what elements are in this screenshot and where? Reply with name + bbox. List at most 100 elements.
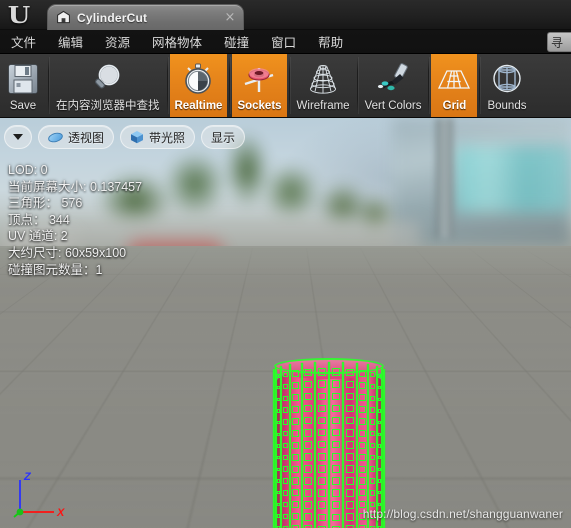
show-menu-label: 显示	[211, 130, 236, 145]
wireframe-uv-cell	[292, 465, 300, 473]
paint-brush-icon	[371, 59, 415, 99]
wireframe-uv-cell	[332, 440, 340, 449]
wireframe-uv-cell	[283, 383, 289, 390]
wireframe-vertical-line	[289, 364, 292, 528]
close-icon[interactable]: ×	[223, 11, 237, 25]
wireframe-uv-cell	[332, 501, 340, 509]
realtime-button[interactable]: Realtime	[169, 54, 228, 117]
static-mesh-icon	[56, 10, 71, 25]
wireframe-uv-cell	[283, 490, 289, 496]
toolbar-separator	[229, 57, 231, 114]
background-pillar	[436, 118, 453, 238]
wireframe-uv-cell	[332, 513, 340, 522]
wireframe-top-cap	[274, 358, 384, 374]
mesh-stats-overlay: LOD: 0 当前屏幕大小: 0.137457 三角形： 576 顶点： 344…	[8, 162, 142, 278]
stat-screen-size: 当前屏幕大小: 0.137457	[8, 179, 143, 194]
wireframe-uv-cell	[332, 489, 340, 497]
wireframe-uv-cell	[318, 404, 326, 413]
menu-item-mesh[interactable]: 网格物体	[141, 30, 213, 54]
wireframe-uv-cell	[332, 404, 340, 413]
axis-label-x: X	[56, 507, 65, 519]
wireframe-uv-cell	[292, 417, 300, 425]
title-bar: U CylinderCut ×	[0, 0, 571, 30]
wireframe-uv-cell	[369, 395, 375, 401]
wireframe-uv-cell	[377, 455, 382, 460]
save-button[interactable]: Save	[0, 54, 46, 117]
view-mode-button[interactable]: 透视图	[38, 125, 115, 149]
wireframe-uv-cell	[283, 407, 289, 413]
wireframe-uv-cell	[377, 444, 382, 448]
wireframe-vertical-line	[342, 362, 345, 528]
editor-tab-cylindercut[interactable]: CylinderCut ×	[47, 4, 244, 30]
wireframe-uv-cell	[377, 490, 382, 495]
wireframe-button[interactable]: Wireframe	[292, 54, 355, 117]
wireframe-uv-cell	[346, 404, 354, 413]
wireframe-uv-cell	[332, 380, 340, 388]
menu-item-edit[interactable]: 编辑	[47, 30, 94, 54]
wireframe-uv-cell	[358, 453, 366, 461]
find-in-content-browser-label: 在内容浏览器中查找	[56, 100, 160, 112]
show-menu-button[interactable]: 显示	[201, 125, 246, 149]
wireframe-uv-cell	[304, 477, 312, 485]
find-in-content-browser-button[interactable]: 在内容浏览器中查找	[51, 54, 165, 117]
wireframe-uv-cell	[332, 416, 340, 425]
tab-title: CylinderCut	[77, 10, 148, 25]
menu-item-collision[interactable]: 碰撞	[213, 30, 260, 54]
axis-gizmo: Z X	[10, 468, 74, 520]
lighting-mode-button[interactable]: 带光照	[120, 125, 196, 149]
wireframe-uv-cell	[283, 371, 289, 378]
wireframe-uv-cell	[358, 465, 366, 473]
unreal-logo-glyph: U	[7, 1, 31, 29]
chevron-down-icon	[13, 134, 23, 140]
bounds-icon	[485, 59, 529, 99]
wireframe-uv-cell	[292, 381, 300, 389]
sockets-button[interactable]: Sockets	[232, 54, 287, 117]
wireframe-uv-cell	[283, 478, 289, 484]
grid-label: Grid	[442, 100, 467, 112]
toolbar-separator	[288, 57, 290, 114]
magnifier-icon	[86, 59, 130, 99]
unreal-engine-logo-icon: U	[2, 0, 36, 30]
save-label: Save	[9, 100, 37, 112]
toolbar-separator	[166, 57, 168, 114]
wireframe-uv-cell	[377, 421, 382, 425]
viewport-options-dropdown[interactable]	[4, 125, 32, 149]
wireframe-uv-cell	[377, 386, 382, 390]
vert-colors-button[interactable]: Vert Colors	[360, 54, 427, 117]
wireframe-uv-cell	[332, 477, 340, 485]
viewport-toolbar: 透视图 带光照 显示	[4, 125, 246, 149]
wireframe-uv-cell	[369, 371, 375, 378]
menu-item-file[interactable]: 文件	[0, 30, 47, 54]
mesh-wireframe-overlay	[273, 358, 385, 528]
stat-collision-primitives: 碰撞图元数量：1	[8, 262, 103, 277]
menu-item-asset[interactable]: 资源	[94, 30, 141, 54]
wireframe-uv-cell	[346, 380, 354, 389]
toolbar-separator	[48, 57, 49, 114]
bounds-button[interactable]: Bounds	[482, 54, 531, 117]
wireframe-uv-cell	[358, 381, 366, 389]
wireframe-uv-cell	[292, 489, 300, 497]
wireframe-uv-cell	[346, 465, 354, 473]
menu-item-help[interactable]: 帮助	[307, 30, 354, 54]
wireframe-uv-cell	[283, 431, 289, 437]
wireframe-uv-cell	[304, 465, 312, 473]
wireframe-uv-cell	[276, 374, 281, 378]
wireframe-uv-cell	[369, 466, 375, 472]
static-mesh-preview[interactable]	[273, 358, 385, 528]
wireframe-uv-cell	[304, 429, 312, 437]
search-button[interactable]: 寻	[547, 32, 571, 52]
wireframe-uv-cell	[304, 441, 312, 449]
mesh-viewport[interactable]: 透视图 带光照 显示 LOD: 0 当前屏幕大小: 0.137457 三角形： …	[0, 118, 571, 528]
wireframe-uv-cell	[369, 478, 375, 484]
wireframe-vertical-line	[328, 362, 330, 528]
grid-button[interactable]: Grid	[431, 54, 478, 117]
axis-label-z: Z	[23, 471, 32, 483]
wireframe-uv-cell	[318, 440, 326, 449]
wireframe-uv-cell	[377, 397, 382, 402]
wireframe-uv-cell	[346, 477, 354, 485]
view-mode-label: 透视图	[68, 130, 105, 145]
menu-item-window[interactable]: 窗口	[260, 30, 307, 54]
wireframe-uv-cell	[369, 442, 375, 449]
wireframe-uv-cell	[304, 513, 312, 521]
lighting-mode-label: 带光照	[149, 130, 186, 145]
